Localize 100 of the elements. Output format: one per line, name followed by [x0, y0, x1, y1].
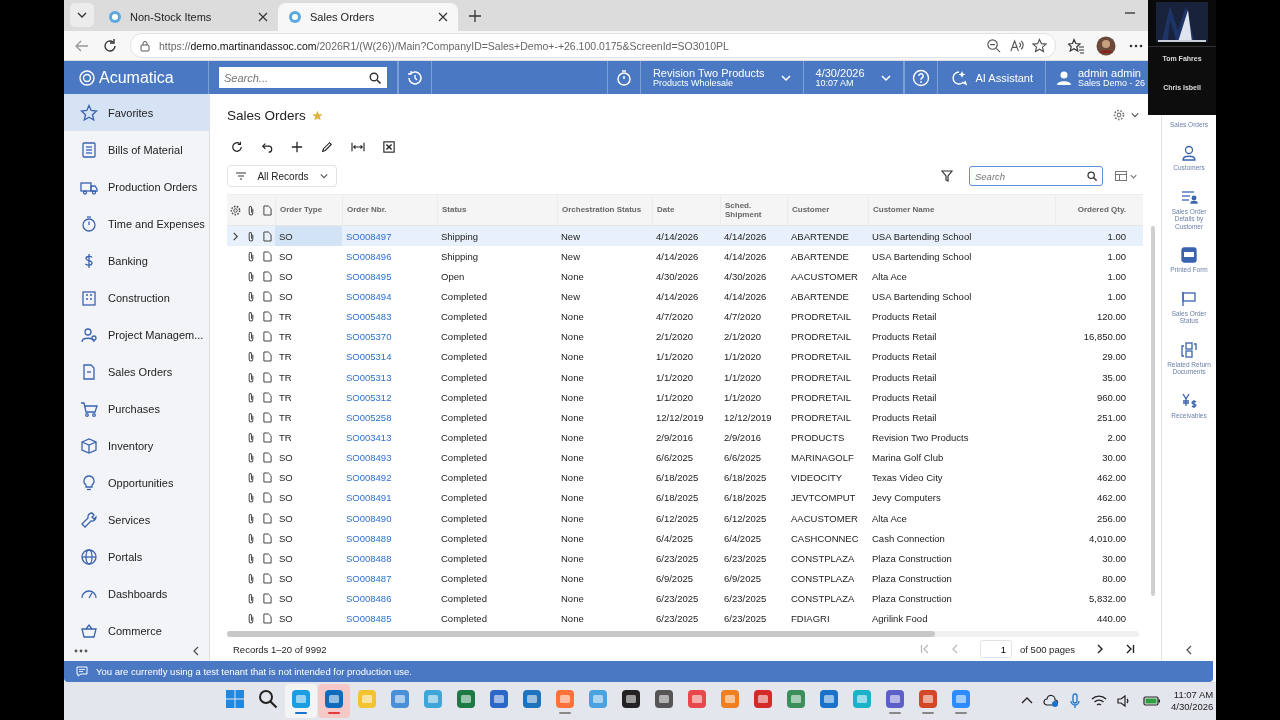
paperclip-icon[interactable]: [247, 512, 255, 524]
order-link[interactable]: SO005313: [342, 367, 437, 388]
read-aloud-icon[interactable]: [1009, 38, 1024, 53]
note-icon[interactable]: [262, 230, 272, 242]
note-icon[interactable]: [262, 512, 272, 524]
sidebar-item[interactable]: Portals: [64, 538, 209, 575]
wifi-icon[interactable]: [1091, 694, 1107, 708]
close-icon[interactable]: [258, 12, 268, 22]
filter-dropdown[interactable]: All Records: [227, 165, 337, 187]
fit-width-icon[interactable]: [351, 141, 365, 153]
table-row[interactable]: SO SO008494 Completed New 4/14/2026 4/14/2026 ABARTENDE USA Bartending School 1.00: [227, 286, 1143, 307]
note-icon[interactable]: [262, 472, 272, 484]
scrollbar[interactable]: [227, 631, 1139, 637]
settings-icon[interactable]: [1113, 109, 1125, 121]
timer-button[interactable]: [606, 61, 641, 94]
note-icon[interactable]: [262, 311, 272, 323]
paperclip-icon[interactable]: [247, 230, 255, 242]
order-link[interactable]: SO008494: [342, 286, 437, 307]
paperclip-icon[interactable]: [247, 311, 255, 323]
browser-tab[interactable]: Non-Stock Items: [98, 3, 278, 31]
battery-icon[interactable]: [1143, 695, 1161, 707]
note-icon[interactable]: [262, 452, 272, 464]
search-field[interactable]: Search...: [219, 67, 387, 88]
paperclip-icon[interactable]: [247, 431, 255, 443]
expand-icon[interactable]: [231, 231, 239, 241]
order-link[interactable]: SO005314: [342, 346, 437, 367]
note-icon[interactable]: [262, 552, 272, 564]
order-link[interactable]: SO008486: [342, 588, 437, 609]
more-icon[interactable]: [74, 648, 88, 654]
sidebar-item[interactable]: Project Managem...: [64, 316, 209, 353]
paperclip-icon[interactable]: [247, 492, 255, 504]
cloud-icon[interactable]: [1043, 694, 1059, 708]
column-header[interactable]: Order Type: [275, 195, 342, 225]
column-header[interactable]: Orchestration Status: [557, 195, 652, 225]
refresh-icon[interactable]: [231, 141, 243, 153]
order-link[interactable]: SO008488: [342, 548, 437, 569]
sidebar-item[interactable]: Inventory: [64, 427, 209, 464]
user-icon[interactable]: [1056, 69, 1072, 86]
page-field[interactable]: 1: [980, 640, 1013, 658]
paperclip-icon[interactable]: [247, 452, 255, 464]
paperclip-icon[interactable]: [247, 250, 255, 262]
table-row[interactable]: SO SO008493 Completed None 6/6/2025 6/6/2025 MARINAGOLF Marina Golf Club 30.00: [227, 447, 1143, 468]
sidebar-item[interactable]: Commerce: [64, 612, 209, 641]
table-row[interactable]: SO SO008495 Open None 4/30/2026 4/30/2026 AACUSTOMER Alta Ace 1.00: [227, 266, 1143, 287]
last-page-icon[interactable]: [1125, 644, 1135, 654]
sidebar-item[interactable]: Bills of Material: [64, 131, 209, 168]
search-field[interactable]: Search: [969, 166, 1103, 186]
table-row[interactable]: TR SO005312 Completed None 1/1/2020 1/1/2020 PRODRETAIL Products Retail 960.00: [227, 387, 1143, 408]
note-icon[interactable]: [262, 492, 272, 504]
table-row[interactable]: SO SO008497 Shipping New 4/14/2026 4/14/2026 ABARTENDE USA Bartending School 1.00: [227, 226, 1143, 247]
column-header[interactable]: Sched. Shipment: [720, 195, 787, 225]
column-header[interactable]: Date: [652, 195, 720, 225]
sidebar-item[interactable]: Dashboards: [64, 575, 209, 612]
paperclip-icon[interactable]: [247, 572, 255, 584]
date-selector[interactable]: 4/30/2026 10:07 AM: [803, 61, 904, 94]
column-header[interactable]: Customer Name: [868, 195, 1055, 225]
table-row[interactable]: TR SO005370 Completed None 2/1/2020 2/1/2020 PRODRETAIL Products Retail 16,850.00: [227, 326, 1143, 347]
expand-panel-icon[interactable]: [1184, 645, 1194, 655]
order-link[interactable]: SO005370: [342, 326, 437, 347]
table-row[interactable]: SO SO008488 Completed None 6/23/2025 6/23/2025 CONSTPLAZA Plaza Construction 30.00: [227, 548, 1143, 569]
note-icon[interactable]: [262, 331, 272, 343]
undo-icon[interactable]: [261, 141, 273, 153]
filter-icon[interactable]: [941, 170, 953, 182]
pencil-icon[interactable]: [321, 141, 333, 153]
add-icon[interactable]: [291, 141, 303, 153]
order-link[interactable]: SO008489: [342, 528, 437, 549]
microphone-icon[interactable]: [1069, 693, 1081, 709]
zoom-out-icon[interactable]: [986, 38, 1001, 53]
column-header[interactable]: Status: [437, 195, 557, 225]
table-row[interactable]: SO SO008490 Completed None 6/12/2025 6/12/2025 AACUSTOMER Alta Ace 256.00: [227, 507, 1143, 529]
avatar[interactable]: [1096, 35, 1116, 56]
reload-icon[interactable]: [102, 37, 118, 54]
sidebar-item[interactable]: Banking: [64, 242, 209, 279]
note-icon[interactable]: [262, 371, 272, 383]
sidebar-item[interactable]: Construction: [64, 279, 209, 316]
note-icon[interactable]: [262, 391, 272, 403]
settings-icon[interactable]: [229, 204, 241, 216]
note-icon[interactable]: [262, 270, 272, 282]
order-link[interactable]: SO008487: [342, 568, 437, 589]
note-icon[interactable]: [262, 572, 272, 584]
order-link[interactable]: SO008493: [342, 447, 437, 468]
note-icon[interactable]: [262, 351, 272, 363]
sidebar-item[interactable]: Time and Expenses: [64, 205, 209, 242]
order-link[interactable]: SO003413: [342, 427, 437, 448]
note-icon[interactable]: [262, 593, 272, 605]
paperclip-icon[interactable]: [247, 613, 255, 625]
order-link[interactable]: SO008491: [342, 487, 437, 508]
table-row[interactable]: SO SO008485 Completed None 6/23/2025 6/23/2025 FDIAGRI Agrilink Food 440.00: [227, 608, 1143, 629]
order-link[interactable]: SO008496: [342, 246, 437, 267]
chevron-down-icon[interactable]: [1131, 111, 1139, 119]
note-icon[interactable]: [262, 431, 272, 443]
paperclip-icon[interactable]: [247, 291, 255, 302]
order-link[interactable]: SO008492: [342, 467, 437, 488]
order-link[interactable]: SO005258: [342, 407, 437, 428]
paperclip-icon[interactable]: [247, 411, 255, 423]
company-selector[interactable]: Revision Two Products Products Wholesale: [640, 61, 804, 94]
sidebar-item[interactable]: Purchases: [64, 390, 209, 427]
order-link[interactable]: SO008485: [342, 608, 437, 629]
note-icon[interactable]: [262, 250, 272, 262]
paperclip-icon[interactable]: [247, 472, 255, 484]
